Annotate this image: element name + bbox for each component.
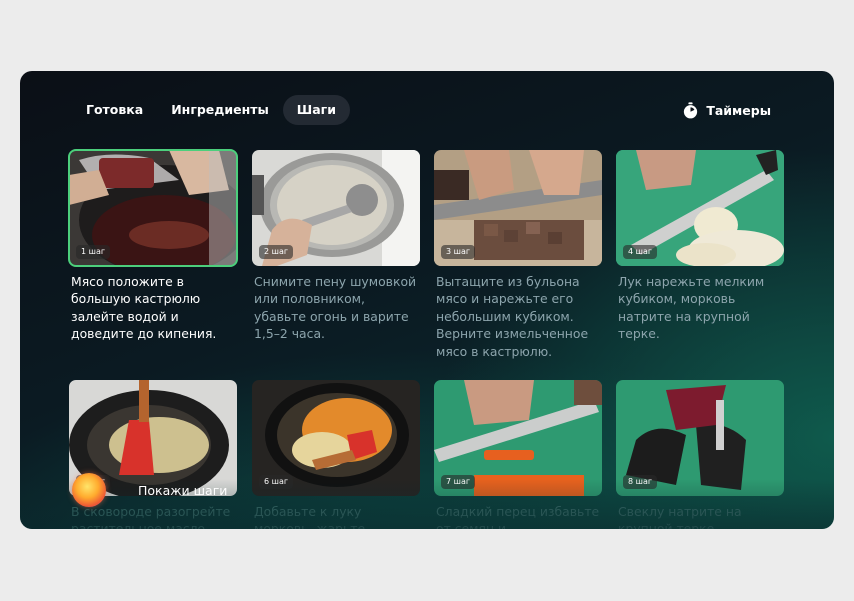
step-card-4[interactable]: 4 шаг Лук нарежьте мелким кубиком, морко… bbox=[616, 150, 784, 343]
step-text-6: Добавьте к луку морковь, жарьте bbox=[254, 504, 366, 529]
voice-assistant[interactable]: Покажи шаги bbox=[72, 473, 227, 507]
step-image-3: 3 шаг bbox=[434, 150, 602, 266]
step-image-1: 1 шаг bbox=[68, 149, 238, 267]
tab-steps[interactable]: Шаги bbox=[282, 95, 350, 125]
step-card-2[interactable]: 2 шаг Снимите пену шумовкой или половник… bbox=[252, 150, 420, 343]
timers-button[interactable]: Таймеры bbox=[682, 99, 771, 121]
step-image-7: 7 шаг bbox=[434, 380, 602, 496]
step-text-1: Мясо положите в большую кастрюлю залейте… bbox=[71, 274, 217, 342]
step-card-7[interactable]: 7 шаг Сладкий перец избавьте от семян и bbox=[434, 380, 602, 529]
step-text-8: Свеклу натрите на крупной терке. bbox=[618, 504, 742, 529]
step-badge-8: 8 шаг bbox=[623, 475, 658, 489]
step-text-3: Вытащите из бульона мясо и нарежьте его … bbox=[436, 274, 589, 359]
step-card-1[interactable]: 1 шаг Мясо положите в большую кастрюлю з… bbox=[68, 149, 238, 343]
assistant-orb-icon[interactable] bbox=[72, 473, 106, 507]
timers-label: Таймеры bbox=[706, 102, 771, 118]
tab-bar: Готовка Ингредиенты Шаги bbox=[72, 95, 350, 125]
step-badge-4: 4 шаг bbox=[623, 245, 658, 259]
tab-cooking[interactable]: Готовка bbox=[72, 95, 157, 125]
step-text-7: Сладкий перец избавьте от семян и bbox=[436, 504, 600, 529]
step-card-3[interactable]: 3 шаг Вытащите из бульона мясо и нарежьт… bbox=[434, 150, 602, 360]
step-badge-1: 1 шаг bbox=[76, 245, 111, 259]
step-badge-2: 2 шаг bbox=[259, 245, 294, 259]
step-image-4: 4 шаг bbox=[616, 150, 784, 266]
step-card-6[interactable]: 6 шаг Добавьте к луку морковь, жарьте bbox=[252, 380, 420, 529]
step-text-2: Снимите пену шумовкой или половником, уб… bbox=[254, 274, 417, 342]
step-badge-3: 3 шаг bbox=[441, 245, 476, 259]
tab-ingredients[interactable]: Ингредиенты bbox=[157, 95, 283, 125]
step-image-2: 2 шаг bbox=[252, 150, 420, 266]
tv-screen: Готовка Ингредиенты Шаги Таймеры 1 шаг М… bbox=[20, 71, 834, 529]
step-badge-6: 6 шаг bbox=[259, 475, 294, 489]
step-image-6: 6 шаг bbox=[252, 380, 420, 496]
assistant-suggestion: Покажи шаги bbox=[138, 482, 228, 498]
step-text-4: Лук нарежьте мелким кубиком, морковь нат… bbox=[618, 274, 765, 342]
step-card-8[interactable]: 8 шаг Свеклу натрите на крупной терке. bbox=[616, 380, 784, 529]
stopwatch-icon bbox=[684, 101, 698, 118]
step-badge-7: 7 шаг bbox=[441, 475, 476, 489]
step-image-8: 8 шаг bbox=[616, 380, 784, 496]
